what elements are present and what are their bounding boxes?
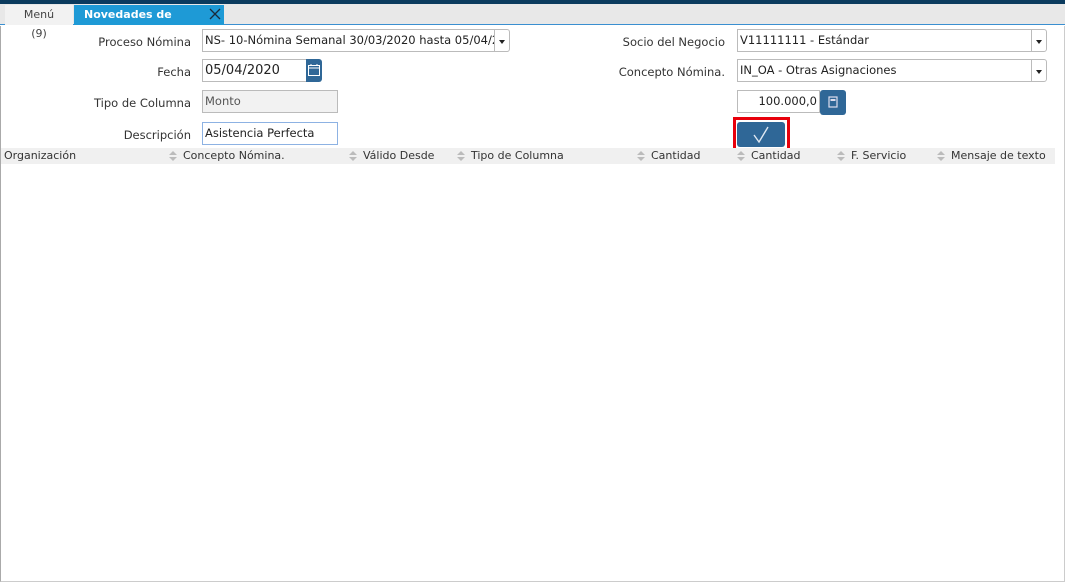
calendar-button[interactable] <box>306 59 322 82</box>
fecha-label: Fecha <box>157 65 191 79</box>
descripcion-field[interactable]: Asistencia Perfecta <box>202 122 338 145</box>
proceso-nomina-label: Proceso Nómina <box>98 35 191 49</box>
sort-icon[interactable] <box>349 151 357 161</box>
column-header-tipo-columna[interactable]: Tipo de Columna <box>471 149 564 162</box>
proceso-nomina-dropdown-button[interactable] <box>494 29 510 52</box>
calculator-icon <box>828 96 838 108</box>
column-header-f-servicio[interactable]: F. Servicio <box>851 149 906 162</box>
column-header-cantidad-2[interactable]: Cantidad <box>751 149 800 162</box>
concepto-nomina-dropdown-button[interactable] <box>1031 59 1047 82</box>
sort-icon[interactable] <box>837 151 845 161</box>
concepto-nomina-field[interactable]: IN_OA - Otras Asignaciones <box>737 59 1032 82</box>
table-header: Organización Concepto Nómina. Válido Des… <box>1 148 1055 164</box>
fecha-field[interactable]: 05/04/2020 <box>202 59 307 82</box>
calendar-icon <box>308 64 320 76</box>
sort-icon[interactable] <box>737 151 745 161</box>
sort-icon[interactable] <box>169 151 177 161</box>
column-header-concepto-nomina[interactable]: Concepto Nómina. <box>183 149 285 162</box>
socio-negocio-field[interactable]: V11111111 - Estándar <box>737 29 1032 52</box>
sort-icon[interactable] <box>937 151 945 161</box>
sort-icon[interactable] <box>457 151 465 161</box>
column-header-organizacion[interactable]: Organización <box>4 149 76 162</box>
tab-menu[interactable]: Menú (9) <box>5 5 73 40</box>
column-header-valido-desde[interactable]: Válido Desde <box>363 149 434 162</box>
concepto-nomina-label: Concepto Nómina. <box>618 65 725 79</box>
tab-novedades-nomina[interactable]: Novedades de Nómina <box>74 5 224 40</box>
socio-negocio-label: Socio del Negocio <box>622 35 725 49</box>
highlight-box <box>733 117 790 151</box>
column-header-mensaje-texto[interactable]: Mensaje de texto <box>951 149 1046 162</box>
socio-negocio-dropdown-button[interactable] <box>1031 29 1047 52</box>
column-header-cantidad[interactable]: Cantidad <box>651 149 700 162</box>
monto-field[interactable]: 100.000,0 <box>737 90 820 113</box>
close-icon[interactable] <box>208 7 222 21</box>
sort-icon[interactable] <box>637 151 645 161</box>
calculator-button[interactable] <box>820 90 846 115</box>
tipo-columna-field: Monto <box>202 90 338 113</box>
tipo-columna-label: Tipo de Columna <box>94 96 191 110</box>
proceso-nomina-field[interactable]: NS- 10-Nómina Semanal 30/03/2020 hasta 0… <box>202 29 495 52</box>
tab-bar: Menú (9) Novedades de Nómina <box>0 4 1065 40</box>
descripcion-label: Descripción <box>123 128 191 142</box>
